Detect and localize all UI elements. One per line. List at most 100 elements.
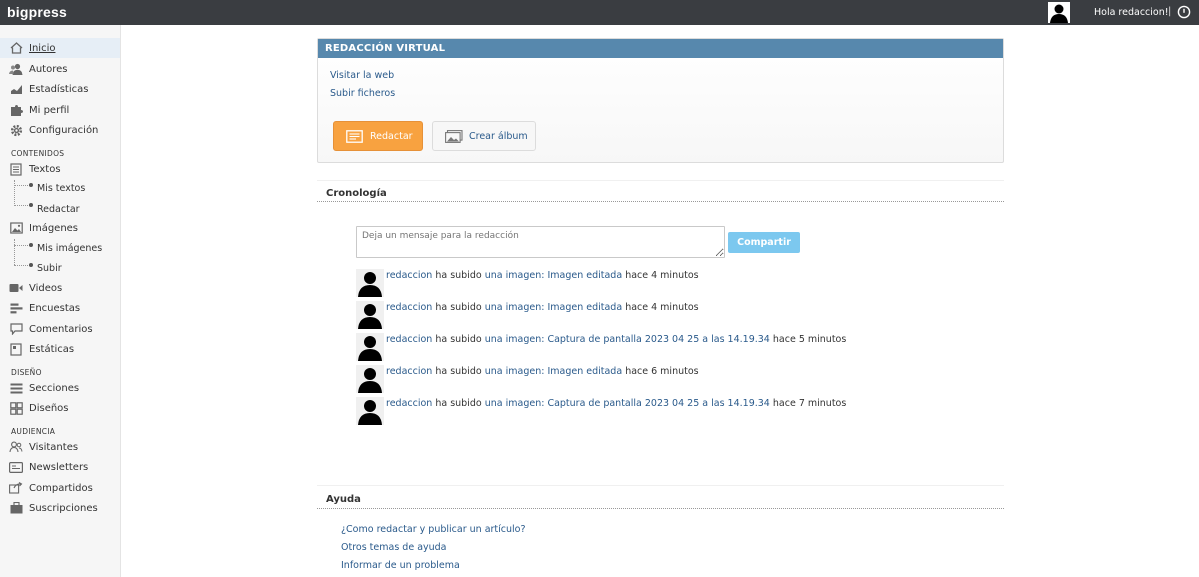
list-item: redaccion ha subido una imagen: Imagen e… bbox=[356, 365, 996, 397]
sidebar-item-inicio[interactable]: Inicio bbox=[0, 38, 120, 58]
sidebar-item-label: Visitantes bbox=[29, 441, 79, 453]
help-link-report[interactable]: Informar de un problema bbox=[341, 560, 460, 571]
create-album-label: Crear álbum bbox=[469, 130, 528, 142]
sidebar-item-visitantes[interactable]: Visitantes bbox=[0, 437, 120, 457]
feed-user-link[interactable]: redaccion bbox=[386, 334, 432, 345]
sidebar-item-autores[interactable]: Autores bbox=[0, 59, 120, 79]
visit-web-link[interactable]: Visitar la web bbox=[330, 70, 394, 81]
write-button-label: Redactar bbox=[370, 130, 413, 142]
sidebar-item-configuracion[interactable]: Configuración bbox=[0, 120, 120, 140]
list-item: redaccion ha subido una imagen: Imagen e… bbox=[356, 301, 996, 333]
sidebar-item-label: Comentarios bbox=[29, 323, 93, 335]
album-icon bbox=[445, 129, 463, 143]
sidebar-subitem-label: Redactar bbox=[37, 204, 80, 215]
sidebar-item-secciones[interactable]: Secciones bbox=[0, 378, 120, 398]
help-link-topics[interactable]: Otros temas de ayuda bbox=[341, 542, 447, 553]
document-icon bbox=[9, 162, 23, 176]
newsletter-icon bbox=[9, 460, 23, 474]
sidebar-item-estadisticas[interactable]: Estadísticas bbox=[0, 79, 120, 99]
section-diseno: DISEÑO bbox=[11, 368, 42, 377]
sidebar-item-encuestas[interactable]: Encuestas bbox=[0, 298, 120, 318]
section-audiencia: AUDIENCIA bbox=[11, 427, 56, 436]
sidebar-item-label: Diseños bbox=[29, 402, 69, 414]
list-item: redaccion ha subido una imagen: Captura … bbox=[356, 397, 996, 429]
sidebar-item-label: Compartidos bbox=[29, 482, 93, 494]
feed-user-link[interactable]: redaccion bbox=[386, 398, 432, 409]
help-link-publish[interactable]: ¿Como redactar y publicar un artículo? bbox=[341, 524, 526, 535]
list-item: redaccion ha subido una imagen: Captura … bbox=[356, 333, 996, 365]
gear-icon bbox=[9, 123, 23, 137]
sidebar-item-compartidos[interactable]: Compartidos bbox=[0, 478, 120, 498]
feed-user-link[interactable]: redaccion bbox=[386, 302, 432, 313]
sidebar-subitem-subir[interactable]: Subir bbox=[0, 260, 120, 278]
poll-icon bbox=[9, 301, 23, 315]
sidebar-item-newsletters[interactable]: Newsletters bbox=[0, 457, 120, 477]
document-icon bbox=[346, 129, 363, 143]
feed-object-link[interactable]: una imagen: Captura de pantalla 2023 04 … bbox=[485, 334, 770, 345]
sidebar-subitem-label: Subir bbox=[37, 263, 62, 274]
greeting-text: Hola redaccion! bbox=[1094, 7, 1169, 18]
sidebar-item-label: Estáticas bbox=[29, 343, 75, 355]
sidebar-item-label: Suscripciones bbox=[29, 502, 98, 514]
feed-action: ha subido bbox=[435, 270, 482, 281]
timeline-panel: Cronología Compartir redaccion ha subido… bbox=[317, 180, 1004, 462]
sidebar-item-comentarios[interactable]: Comentarios bbox=[0, 319, 120, 339]
power-icon[interactable] bbox=[1177, 5, 1191, 19]
sidebar-item-label: Encuestas bbox=[29, 302, 81, 314]
sidebar-item-label: Newsletters bbox=[29, 461, 89, 473]
sidebar-subitem-mis-imagenes[interactable]: Mis imágenes bbox=[0, 240, 120, 258]
sidebar-item-label: Autores bbox=[29, 63, 68, 75]
sidebar-item-disenos[interactable]: Diseños bbox=[0, 398, 120, 418]
chart-icon bbox=[9, 82, 23, 96]
sidebar-item-videos[interactable]: Videos bbox=[0, 278, 120, 298]
feed-user-link[interactable]: redaccion bbox=[386, 366, 432, 377]
divider bbox=[317, 201, 1004, 202]
sidebar-subitem-redactar[interactable]: Redactar bbox=[0, 201, 120, 219]
sidebar-item-textos[interactable]: Textos bbox=[0, 159, 120, 179]
subscription-icon bbox=[9, 501, 23, 515]
feed-text: redaccion ha subido una imagen: Captura … bbox=[386, 334, 846, 345]
section-contenidos: CONTENIDOS bbox=[11, 149, 65, 158]
sidebar-subitem-mis-textos[interactable]: Mis textos bbox=[0, 180, 120, 198]
sidebar-item-suscripciones[interactable]: Suscripciones bbox=[0, 498, 120, 518]
feed-time: hace 4 minutos bbox=[625, 302, 699, 313]
feed-object-link[interactable]: una imagen: Imagen editada bbox=[485, 302, 622, 313]
visitors-icon bbox=[9, 440, 23, 454]
feed-object-link[interactable]: una imagen: Captura de pantalla 2023 04 … bbox=[485, 398, 770, 409]
feed-object-link[interactable]: una imagen: Imagen editada bbox=[485, 366, 622, 377]
brand-logo[interactable]: bigpress bbox=[7, 4, 67, 20]
feed-object-link[interactable]: una imagen: Imagen editada bbox=[485, 270, 622, 281]
sidebar-item-imagenes[interactable]: Imágenes bbox=[0, 218, 120, 238]
feed-action: ha subido bbox=[435, 334, 482, 345]
avatar[interactable] bbox=[356, 365, 384, 393]
sidebar-item-label: Videos bbox=[29, 282, 63, 294]
write-button[interactable]: Redactar bbox=[333, 121, 423, 151]
share-icon bbox=[9, 481, 23, 495]
sidebar-item-estaticas[interactable]: Estáticas bbox=[0, 339, 120, 359]
create-album-button[interactable]: Crear álbum bbox=[432, 121, 536, 151]
feed-user-link[interactable]: redaccion bbox=[386, 270, 432, 281]
separator: | bbox=[1168, 6, 1172, 17]
message-input[interactable] bbox=[356, 226, 725, 258]
sidebar-item-label: Configuración bbox=[29, 124, 99, 136]
feed-action: ha subido bbox=[435, 398, 482, 409]
timeline-feed: redaccion ha subido una imagen: Imagen e… bbox=[356, 269, 996, 429]
user-avatar[interactable] bbox=[1048, 2, 1070, 23]
sidebar-item-label: Secciones bbox=[29, 382, 80, 394]
avatar[interactable] bbox=[356, 397, 384, 425]
share-button[interactable]: Compartir bbox=[728, 232, 800, 253]
avatar[interactable] bbox=[356, 333, 384, 361]
feed-action: ha subido bbox=[435, 302, 482, 313]
upload-files-link[interactable]: Subir ficheros bbox=[330, 88, 395, 99]
sidebar-item-label: Inicio bbox=[29, 42, 56, 54]
image-icon bbox=[9, 221, 23, 235]
avatar[interactable] bbox=[356, 269, 384, 297]
feed-text: redaccion ha subido una imagen: Captura … bbox=[386, 398, 846, 409]
virtual-newsroom-panel: REDACCIÓN VIRTUAL Visitar la web Subir f… bbox=[317, 38, 1004, 163]
sidebar-item-label: Estadísticas bbox=[29, 83, 89, 95]
comment-icon bbox=[9, 322, 23, 336]
sidebar-item-mi-perfil[interactable]: Mi perfil bbox=[0, 100, 120, 120]
sidebar-subitem-label: Mis textos bbox=[37, 183, 86, 194]
feed-text: redaccion ha subido una imagen: Imagen e… bbox=[386, 366, 699, 377]
avatar[interactable] bbox=[356, 301, 384, 329]
